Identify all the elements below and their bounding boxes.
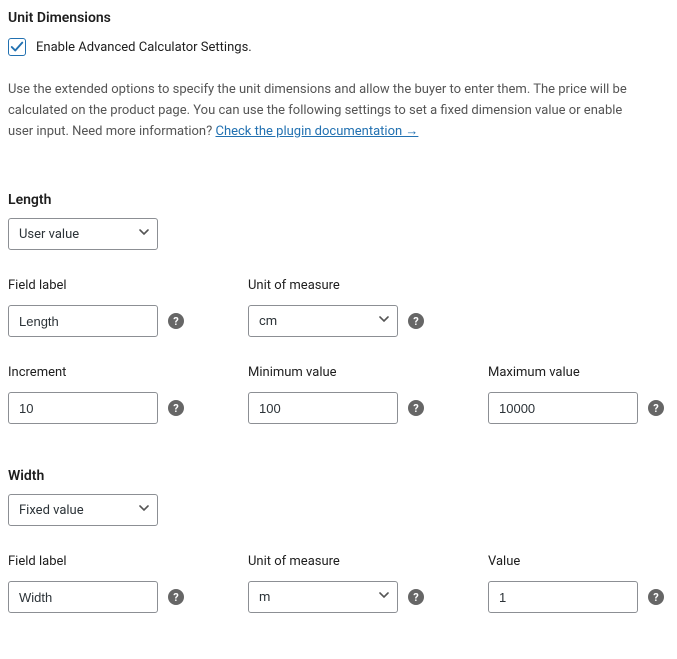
help-icon[interactable]: ? — [168, 313, 184, 329]
length-field-label-caption: Field label — [8, 278, 188, 293]
section-title: Unit Dimensions — [8, 10, 669, 26]
length-min-input[interactable] — [248, 392, 398, 424]
length-heading: Length — [8, 192, 669, 208]
width-value-input[interactable] — [488, 581, 638, 613]
width-field-label-caption: Field label — [8, 554, 188, 569]
length-unit-select[interactable]: cm — [248, 305, 398, 337]
length-field-label-input[interactable] — [8, 305, 158, 337]
length-row-2: Increment ? Minimum value ? Maximum valu… — [8, 365, 669, 424]
help-icon[interactable]: ? — [408, 313, 424, 329]
width-field-label-input[interactable] — [8, 581, 158, 613]
help-icon[interactable]: ? — [648, 400, 664, 416]
width-value-caption: Value — [488, 554, 668, 569]
check-icon — [10, 40, 24, 54]
width-mode-select[interactable]: Fixed value — [8, 494, 158, 526]
length-unit-col: Unit of measure cm ? — [248, 278, 428, 337]
length-increment-col: Increment ? — [8, 365, 188, 424]
length-unit-select-wrap: cm — [248, 305, 398, 337]
help-icon[interactable]: ? — [648, 589, 664, 605]
length-min-caption: Minimum value — [248, 365, 428, 380]
width-unit-select[interactable]: m — [248, 581, 398, 613]
help-icon[interactable]: ? — [408, 400, 424, 416]
enable-checkbox-row: Enable Advanced Calculator Settings. — [8, 38, 669, 56]
length-row-1: Field label ? Unit of measure cm ? — [8, 278, 669, 337]
width-value-col: Value ? — [488, 554, 668, 613]
width-mode-select-wrap: Fixed value — [8, 494, 158, 526]
doc-link[interactable]: Check the plugin documentation → — [215, 124, 418, 139]
length-increment-caption: Increment — [8, 365, 188, 380]
width-unit-select-wrap: m — [248, 581, 398, 613]
length-unit-caption: Unit of measure — [248, 278, 428, 293]
width-unit-col: Unit of measure m ? — [248, 554, 428, 613]
length-field-label-col: Field label ? — [8, 278, 188, 337]
length-mode-select-wrap: User value — [8, 218, 158, 250]
length-max-input[interactable] — [488, 392, 638, 424]
length-max-caption: Maximum value — [488, 365, 668, 380]
width-unit-caption: Unit of measure — [248, 554, 428, 569]
width-row-1: Field label ? Unit of measure m ? Value … — [8, 554, 669, 613]
description-text: Use the extended options to specify the … — [8, 80, 648, 142]
length-min-col: Minimum value ? — [248, 365, 428, 424]
width-field-label-col: Field label ? — [8, 554, 188, 613]
help-icon[interactable]: ? — [168, 400, 184, 416]
length-increment-input[interactable] — [8, 392, 158, 424]
help-icon[interactable]: ? — [168, 589, 184, 605]
help-icon[interactable]: ? — [408, 589, 424, 605]
width-heading: Width — [8, 468, 669, 484]
enable-checkbox[interactable] — [8, 38, 26, 56]
enable-checkbox-label: Enable Advanced Calculator Settings. — [36, 40, 252, 55]
length-max-col: Maximum value ? — [488, 365, 668, 424]
length-mode-select[interactable]: User value — [8, 218, 158, 250]
